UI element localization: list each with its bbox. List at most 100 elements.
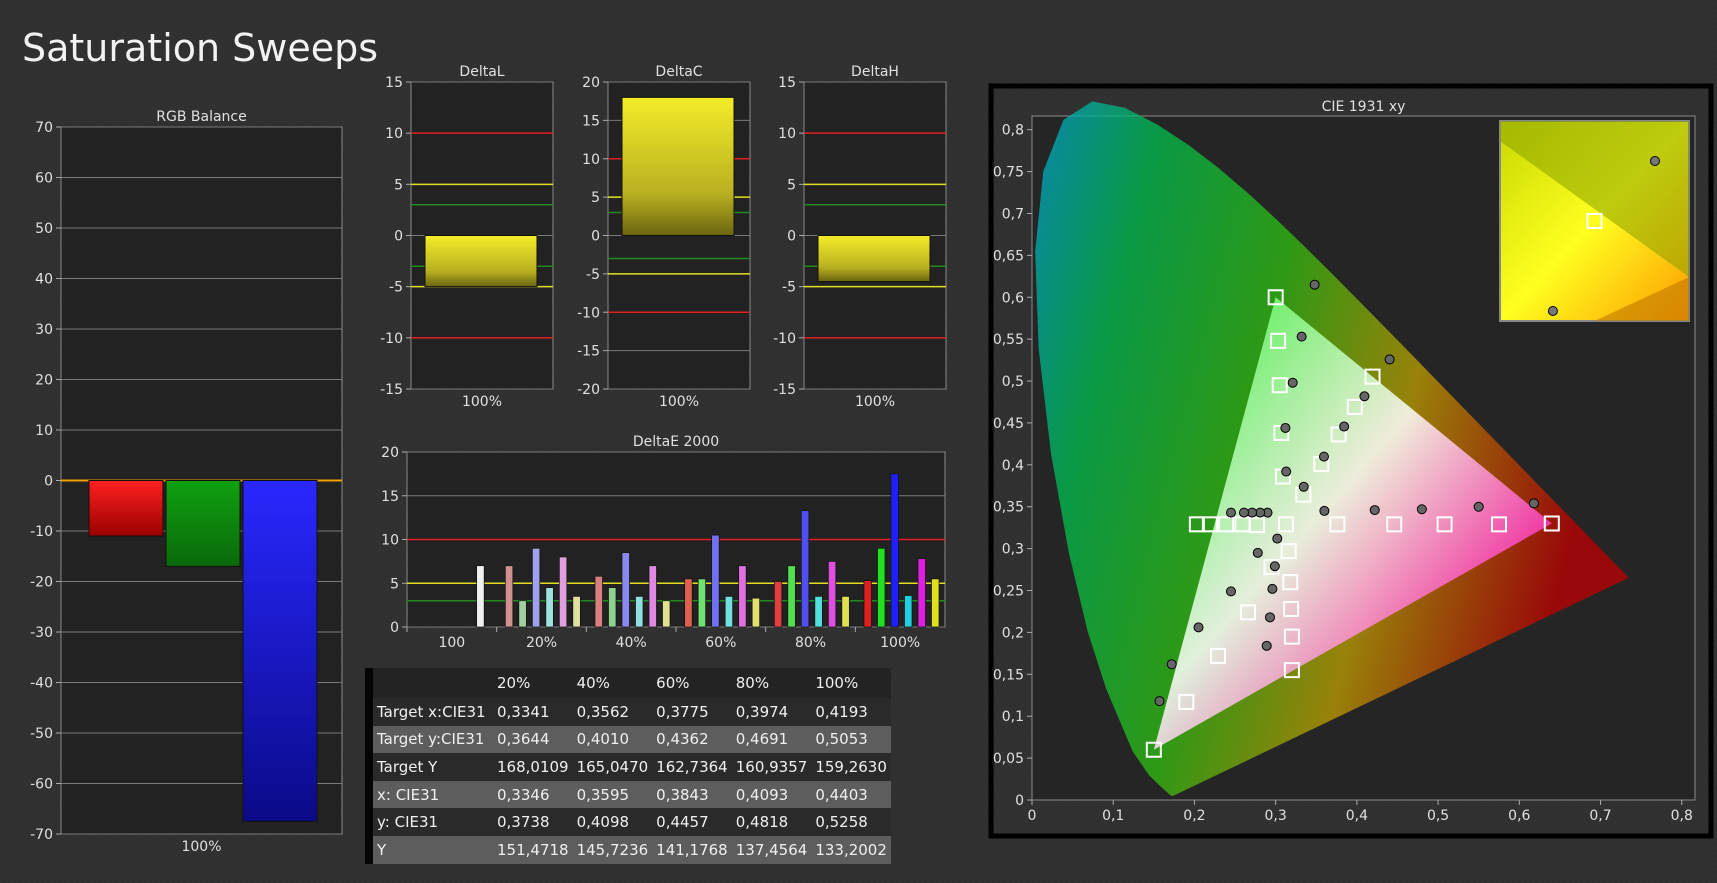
y-tick-label: 10 <box>35 423 53 439</box>
table-row: y: CIE31 0,3738 0,4098 0,4457 0,4818 0,5258 <box>365 808 891 836</box>
table-row-label: Target Y <box>377 757 438 776</box>
measured-marker <box>1359 391 1370 402</box>
table-cell: 0,4403 <box>815 785 868 804</box>
y-tick-label: 0,1 <box>1002 709 1024 725</box>
table-cell: 0,3775 <box>656 702 709 721</box>
measured-marker <box>1287 377 1298 388</box>
table-header-cell: 20% <box>497 674 531 692</box>
table-row: Target x:CIE31 0,3341 0,3562 0,3775 0,3974 0,… <box>365 698 891 726</box>
table-row-label: Y <box>377 840 387 859</box>
y-tick-label: 0 <box>1015 793 1024 809</box>
measured-marker <box>1416 504 1427 515</box>
table-cell: 137,4564 <box>735 840 808 859</box>
y-tick-label: -10 <box>773 331 796 347</box>
y-tick-label: 15 <box>582 113 600 129</box>
chart-title: RGB Balance <box>156 109 246 125</box>
delta-h-chart: 15 10 5 0 -5 -10 -15 DeltaH 100% <box>773 64 947 410</box>
x-tick-label: 0 <box>1028 808 1037 824</box>
y-tick-label: 10 <box>582 152 600 168</box>
table-cell: 0,3644 <box>497 730 550 749</box>
measured-marker <box>1269 561 1280 572</box>
y-tick-label: 0,3 <box>1002 542 1024 558</box>
table-cell: 168,0109 <box>497 757 569 776</box>
y-tick-label: 15 <box>778 75 796 91</box>
table-row: Target Y 168,0109 165,0470 162,7364 160,9357… <box>365 753 891 781</box>
x-tick-label: 0,2 <box>1183 808 1205 824</box>
table-header-cell: 80% <box>735 674 770 692</box>
y-tick-label: 20 <box>381 445 399 461</box>
measured-marker <box>1319 505 1330 516</box>
y-tick-label: 0,6 <box>1002 290 1024 306</box>
y-tick-label: 50 <box>35 221 53 237</box>
table-cell: 0,3341 <box>497 702 550 721</box>
measured-marker <box>1261 640 1272 651</box>
delta-e-bar <box>724 596 734 628</box>
cie-chart: CIE 1931 xy 0 0,1 0,2 0,3 0,4 0,5 0,6 0,7 0,8 0,8 0… <box>988 83 1714 839</box>
y-tick-label: -10 <box>577 305 600 321</box>
y-tick-label: -70 <box>30 827 53 843</box>
delta-e-bar <box>890 473 899 628</box>
delta-e-bar <box>635 596 644 628</box>
y-tick-label: 0,8 <box>1002 123 1024 139</box>
x-tick-label: 100% <box>659 394 699 410</box>
chart-title: DeltaL <box>459 64 504 80</box>
delta-e-bar <box>684 578 693 628</box>
chart-title: DeltaH <box>851 64 899 80</box>
table-row-label: Target x:CIE31 <box>377 702 486 721</box>
delta-l-chart: 15 10 5 0 -5 -10 -15 DeltaL 100% <box>380 64 554 410</box>
delta-e-bar <box>476 565 485 628</box>
delta-e-chart: 20 15 10 5 0 DeltaE 2000 100 20% 40% 60% 80% 100% <box>381 434 946 651</box>
x-tick-label: 100% <box>181 839 221 855</box>
delta-e-bar <box>787 565 796 628</box>
measured-marker <box>1272 533 1283 544</box>
measured-marker <box>1318 451 1329 462</box>
table-row-marker <box>365 725 373 754</box>
measured-marker <box>1339 421 1350 432</box>
delta-e-bar <box>531 547 541 628</box>
delta-e-bar <box>800 510 810 628</box>
table-row-label: x: CIE31 <box>377 785 440 804</box>
delta-bar <box>817 235 931 283</box>
table-cell: 162,7364 <box>656 757 728 776</box>
x-tick-label: 0,8 <box>1671 808 1693 824</box>
delta-bar <box>424 235 538 288</box>
measured-marker <box>1296 331 1307 342</box>
table-row-marker <box>365 835 373 864</box>
x-tick-label: 100% <box>462 394 502 410</box>
measured-marker <box>1309 279 1320 290</box>
table-header-row: 20% 40% 60% 80% 100% <box>365 668 891 698</box>
table-row: Y 151,4718 145,7236 141,1768 137,4564 133,200… <box>365 835 891 864</box>
delta-e-bar <box>877 547 886 628</box>
delta-e-bar <box>814 596 823 628</box>
table-cell: 0,4691 <box>735 730 789 749</box>
y-tick-label: 0 <box>390 620 399 636</box>
y-tick-label: 0 <box>787 229 796 245</box>
x-tick-label: 100% <box>880 635 920 651</box>
x-tick-label: 0,3 <box>1265 808 1287 824</box>
delta-e-bar <box>773 581 783 628</box>
y-tick-label: 60 <box>35 171 53 187</box>
measured-marker <box>1252 547 1263 558</box>
measured-marker <box>1225 586 1236 597</box>
table-header-cell: 100% <box>815 674 859 692</box>
table-cell: 0,3595 <box>576 785 630 804</box>
delta-e-bar <box>697 578 707 628</box>
delta-e-bar <box>931 578 940 628</box>
table-header-cell <box>373 668 493 698</box>
table-cell: 159,2630 <box>815 757 887 776</box>
delta-e-bar <box>751 597 761 628</box>
y-tick-label: 0 <box>394 229 403 245</box>
y-tick-label: -5 <box>586 267 600 283</box>
delta-e-bar <box>545 587 554 628</box>
table-row-marker <box>365 753 373 781</box>
y-tick-label: 5 <box>390 576 399 592</box>
y-tick-label: 0 <box>591 229 600 245</box>
table-cell: 133,2002 <box>815 840 887 859</box>
rgb-balance-chart: 70 60 50 40 30 20 10 0 -10 -20 -30 -40 -50 -60 -70 RGB … <box>30 109 343 855</box>
inset-measured-marker <box>1649 156 1660 166</box>
y-tick-label: -10 <box>30 524 53 540</box>
table-header-cell: 40% <box>576 674 610 692</box>
x-tick-label: 80% <box>795 635 826 651</box>
delta-e-bar <box>738 565 747 628</box>
table-row: x: CIE31 0,3346 0,3595 0,3843 0,4093 0,4403 <box>365 780 891 809</box>
